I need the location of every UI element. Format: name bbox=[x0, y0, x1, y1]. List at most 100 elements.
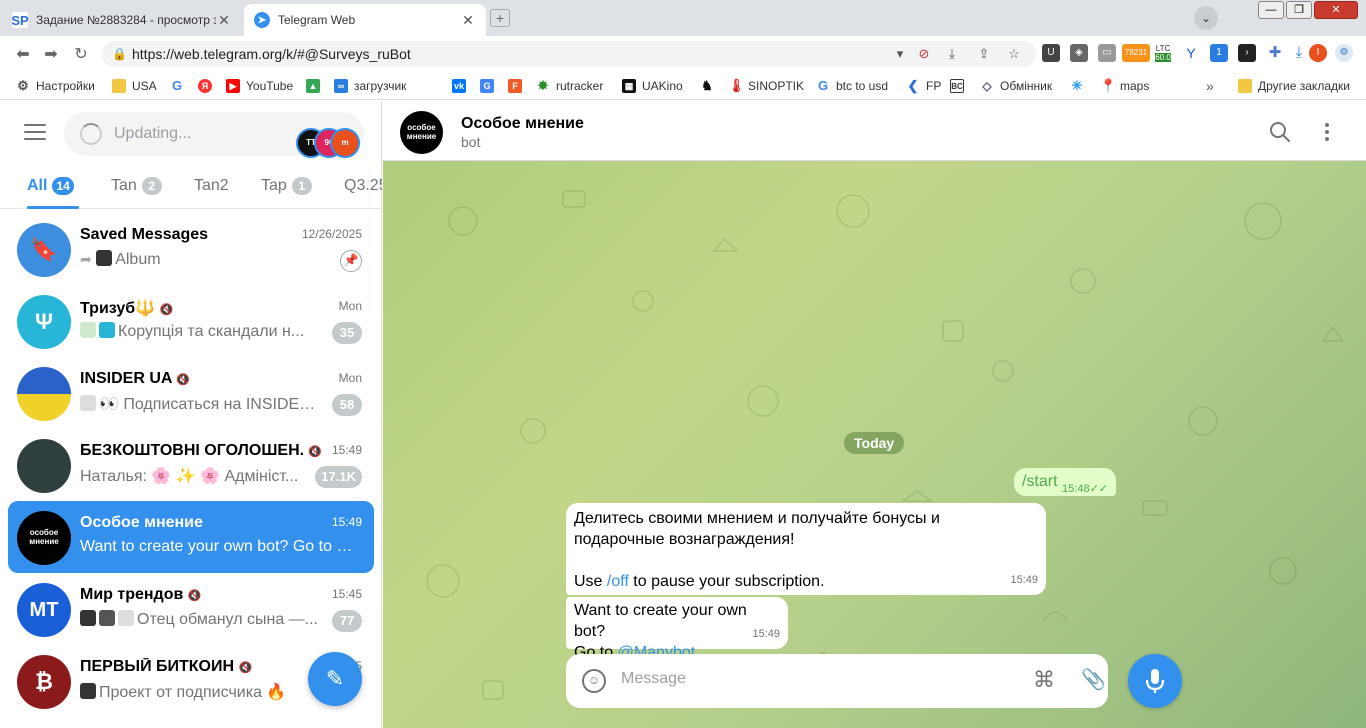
search-icon[interactable] bbox=[1269, 121, 1291, 143]
ltc-extension-icon[interactable]: LTC 60.0 bbox=[1152, 44, 1174, 62]
settings-ext-icon[interactable]: ⚙ bbox=[1335, 44, 1353, 62]
message-text: to pause your subscription. bbox=[628, 573, 825, 590]
browser-tab-telegram[interactable]: ➤ Telegram Web ✕ bbox=[244, 4, 486, 36]
bookmark-vk[interactable]: vk bbox=[452, 78, 472, 94]
bitcoin-extension-icon[interactable]: 78231 bbox=[1122, 44, 1150, 62]
bookmark-drive[interactable]: ▲ bbox=[306, 78, 326, 94]
guard-extension-icon[interactable]: ◈ bbox=[1070, 44, 1088, 62]
message-input[interactable] bbox=[621, 670, 1001, 688]
attach-paperclip-icon[interactable]: 📎 bbox=[1081, 668, 1106, 692]
emoji-icon[interactable]: ☺ bbox=[582, 669, 606, 693]
briefcase-extension-icon[interactable]: ▭ bbox=[1098, 44, 1116, 62]
chess-icon: ♞ bbox=[701, 78, 713, 93]
bookmarks-overflow-button[interactable]: » bbox=[1206, 78, 1214, 94]
compose-pencil-button[interactable]: ✎ bbox=[308, 652, 362, 706]
profile-avatar[interactable]: I bbox=[1309, 44, 1327, 62]
shield-extension-icon[interactable]: U bbox=[1042, 44, 1060, 62]
bookmark-exchange[interactable]: ◇ Обмінник bbox=[980, 78, 1052, 94]
bookmark-chess[interactable]: ♞ bbox=[700, 78, 720, 94]
more-vertical-icon[interactable] bbox=[1325, 123, 1331, 143]
incoming-message[interactable]: Делитесь своими мнением и получайте бону… bbox=[566, 503, 1046, 595]
youtube-icon: ▶ bbox=[226, 79, 240, 93]
outgoing-message[interactable]: /start 15:48✓✓ bbox=[1014, 468, 1116, 496]
trident-avatar: Ψ bbox=[17, 295, 71, 349]
reload-icon[interactable]: ↻ bbox=[70, 44, 92, 64]
folder-tab-tap[interactable]: Tap 1 bbox=[261, 177, 312, 195]
gear-icon: ⚙ bbox=[17, 78, 29, 93]
chat-avatar[interactable]: особое мнение bbox=[400, 111, 443, 154]
chat-item-mir-trendov[interactable]: MT Мир трендов 🔇 15:45 Отец обманул сына… bbox=[8, 573, 374, 645]
dropdown-arrow-icon[interactable]: ▾ bbox=[892, 46, 908, 62]
window-controls: — ❐ ✕ bbox=[1256, 1, 1358, 19]
bookmark-uakino[interactable]: ▦ UAKino bbox=[622, 78, 683, 94]
bot-commands-icon[interactable]: ⌘ bbox=[1032, 668, 1056, 692]
folder-tab-tan[interactable]: Tan 2 bbox=[111, 177, 162, 195]
translate-blocked-icon[interactable]: ⊘ bbox=[916, 46, 932, 62]
minimize-button[interactable]: — bbox=[1258, 1, 1284, 19]
translate-icon: G bbox=[480, 79, 494, 93]
close-window-button[interactable]: ✕ bbox=[1314, 1, 1358, 19]
chat-item-free-ads[interactable]: БЕЗКОШТОВНІ ОГОЛОШЕН... 🔇 15:49 Наталья:… bbox=[8, 429, 374, 501]
chat-time: 15:45 bbox=[331, 587, 362, 601]
tab-title: Telegram Web bbox=[278, 13, 356, 27]
forward-arrow-icon[interactable]: ➡ bbox=[40, 44, 62, 64]
folder-icon bbox=[1238, 79, 1252, 93]
unread-badge: 77 bbox=[332, 610, 362, 632]
bookmark-rutracker[interactable]: ✸ rutracker bbox=[536, 78, 604, 94]
bookmark-yandex[interactable]: Я bbox=[198, 78, 218, 94]
search-input[interactable]: Updating... TT 90 m bbox=[64, 112, 364, 158]
chat-name-row: Тризуб🔱 🔇 bbox=[80, 298, 300, 318]
share-icon[interactable]: ⇪ bbox=[976, 46, 992, 62]
downloads-icon[interactable]: ⤓ bbox=[1290, 44, 1308, 62]
microphone-button[interactable] bbox=[1128, 654, 1182, 708]
f-icon: F bbox=[508, 79, 522, 93]
bookmark-translate[interactable]: G bbox=[480, 78, 500, 94]
download-ext-icon[interactable]: 1 bbox=[1210, 44, 1228, 62]
install-icon[interactable]: ⤓ bbox=[944, 46, 960, 62]
story-avatar[interactable]: m bbox=[330, 128, 360, 158]
ghost-tabs bbox=[520, 10, 600, 26]
bookmark-sinoptik[interactable]: 🌡 SINOPTIK bbox=[728, 78, 804, 94]
chat-item-insider-ua[interactable]: INSIDER UA 🔇 Mon 👀 Подписаться на INSIDE… bbox=[8, 357, 374, 429]
bookmark-google[interactable]: G bbox=[170, 78, 190, 94]
folder-tab-q3[interactable]: Q3.25 bbox=[344, 177, 382, 195]
muted-icon: 🔇 bbox=[308, 446, 322, 458]
chat-item-osoboe-mnenie[interactable]: особое мнение Особое мнение 15:49 Want to… bbox=[8, 501, 374, 573]
tab-search-button[interactable]: ⌄ bbox=[1194, 6, 1218, 30]
star-icon: ✳ bbox=[1071, 78, 1083, 93]
bookmark-maps[interactable]: 📍 maps bbox=[1100, 78, 1149, 94]
bookmark-settings[interactable]: ⚙ Настройки bbox=[16, 78, 95, 94]
bookmark-fp[interactable]: ❮ FP bbox=[906, 78, 942, 94]
bookmark-f[interactable]: F bbox=[508, 78, 528, 94]
chat-preview: Отец обманул сына —... bbox=[80, 610, 320, 629]
thermometer-icon: 🌡 bbox=[728, 78, 745, 93]
chat-header[interactable]: особое мнение Особое мнение bot bbox=[383, 101, 1366, 161]
bot-avatar: особое мнение bbox=[17, 511, 71, 565]
bookmark-label: SINOPTIK bbox=[748, 79, 805, 93]
hamburger-menu-icon[interactable] bbox=[24, 124, 46, 142]
bookmark-bc[interactable]: BC bbox=[950, 78, 970, 94]
folder-tab-all[interactable]: All 14 bbox=[27, 177, 74, 195]
bookmark-star-icon[interactable]: ☆ bbox=[1006, 46, 1022, 62]
browser-tab-task[interactable]: SP Задание №2883284 - просмотр з ✕ bbox=[2, 4, 242, 36]
back-arrow-icon[interactable]: ⬅ bbox=[12, 44, 34, 64]
incoming-message[interactable]: Want to create your own bot? Go to @Many… bbox=[566, 597, 788, 661]
chat-item-tryzub[interactable]: Ψ Тризуб🔱 🔇 Mon Корупція та скандали н..… bbox=[8, 285, 374, 357]
maximize-button[interactable]: ❐ bbox=[1286, 1, 1312, 19]
bookmark-youtube[interactable]: ▶ YouTube bbox=[226, 78, 293, 94]
close-tab-icon[interactable]: ✕ bbox=[460, 12, 476, 29]
close-tab-icon[interactable]: ✕ bbox=[216, 12, 232, 29]
bookmark-star[interactable]: ✳ bbox=[1070, 78, 1090, 94]
folder-tab-tan2[interactable]: Tan2 bbox=[194, 177, 229, 195]
chat-item-saved-messages[interactable]: 🔖 Saved Messages 12/26/2025 ➦ Album 📌 bbox=[8, 213, 374, 285]
bookmark-loader[interactable]: ∞ загрузчик bbox=[334, 78, 406, 94]
bookmark-btc-usd[interactable]: Gbtc to usd bbox=[816, 78, 888, 94]
other-bookmarks[interactable]: Другие закладки bbox=[1238, 78, 1350, 94]
puzzle-icon[interactable]: ✚ bbox=[1266, 44, 1284, 62]
bc-icon: BC bbox=[950, 79, 964, 93]
command-link[interactable]: /off bbox=[607, 573, 629, 590]
new-tab-button[interactable]: + bbox=[490, 9, 510, 27]
terminal-ext-icon[interactable]: › bbox=[1238, 44, 1256, 62]
y-extension-icon[interactable]: Y bbox=[1182, 44, 1200, 62]
bookmark-usa[interactable]: USA bbox=[112, 78, 157, 94]
